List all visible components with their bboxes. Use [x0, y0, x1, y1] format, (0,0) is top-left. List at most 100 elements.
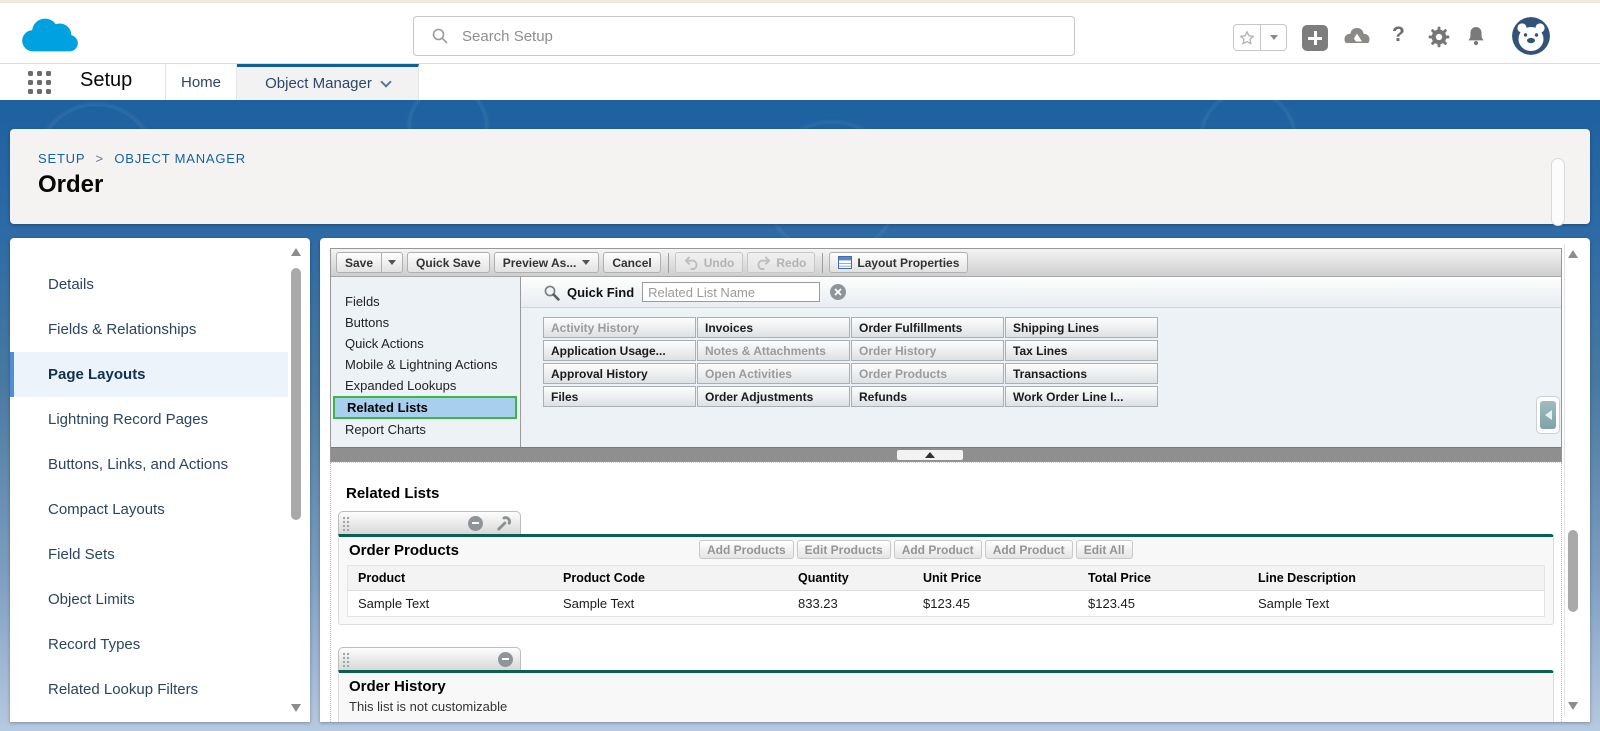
favorites-star-button[interactable]	[1234, 25, 1260, 50]
not-customizable-note: This list is not customizable	[339, 699, 1553, 722]
save-button[interactable]: Save	[337, 253, 381, 272]
tab-home-label: Home	[181, 74, 221, 91]
notifications-button[interactable]	[1466, 25, 1486, 47]
editor-scrollbar[interactable]	[1564, 244, 1580, 716]
section-title: Order History	[349, 678, 446, 695]
palette-item[interactable]: Order History	[851, 340, 1004, 361]
section-title: Order Products	[349, 542, 459, 559]
sidebar-item-field-sets[interactable]: Field Sets	[10, 532, 292, 577]
column-header: Product Code	[553, 566, 788, 590]
add-product-button-2[interactable]: Add Product	[985, 540, 1073, 559]
palette-item[interactable]: Approval History	[543, 363, 696, 384]
sidebar-item-record-types[interactable]: Record Types	[10, 622, 292, 667]
palette-item[interactable]: Invoices	[697, 317, 850, 338]
scroll-up-arrow[interactable]	[291, 248, 301, 256]
undo-button[interactable]: Undo	[675, 252, 744, 273]
favorites-dropdown-button[interactable]	[1260, 25, 1286, 50]
table-cell: 833.23	[788, 591, 913, 616]
palette-category-buttons[interactable]: Buttons	[331, 312, 520, 333]
trailhead-icon	[1345, 28, 1370, 43]
sidebar-item-label: Object Limits	[48, 591, 135, 608]
add-product-button[interactable]: Add Product	[894, 540, 982, 559]
tab-object-manager[interactable]: Object Manager	[237, 64, 419, 100]
related-list-properties-button[interactable]	[495, 515, 512, 532]
sidebar-item-related-lookup-filters[interactable]: Related Lookup Filters	[10, 667, 292, 712]
page-scrollbar-thumb[interactable]	[1551, 158, 1565, 226]
palette-category-expanded-lookups[interactable]: Expanded Lookups	[331, 375, 520, 396]
palette-item[interactable]: Activity History	[543, 317, 696, 338]
palette-splitter-bar[interactable]	[331, 447, 1561, 461]
sidebar-item-lightning-record-pages[interactable]: Lightning Record Pages	[10, 397, 292, 442]
scroll-down-arrow[interactable]	[1568, 702, 1578, 710]
cancel-button[interactable]: Cancel	[603, 252, 660, 273]
palette-item-label: Notes & Attachments	[705, 344, 826, 358]
scroll-up-arrow[interactable]	[1568, 250, 1578, 258]
app-launcher-button[interactable]	[28, 71, 52, 95]
palette-item[interactable]: Files	[543, 386, 696, 407]
setup-gear-button[interactable]	[1428, 26, 1450, 48]
palette-category-related-lists[interactable]: Related Lists	[333, 396, 517, 419]
redo-button[interactable]: Redo	[747, 252, 815, 273]
breadcrumb-separator: >	[96, 151, 104, 166]
help-button[interactable]: ?	[1392, 23, 1405, 47]
related-list-handle-order-history[interactable]	[338, 647, 521, 670]
palette-item[interactable]: Tax Lines	[1005, 340, 1158, 361]
sidebar-item-fields-relationships[interactable]: Fields & Relationships	[10, 307, 292, 352]
scrollbar-thumb[interactable]	[291, 268, 301, 520]
palette-category-report-charts[interactable]: Report Charts	[331, 419, 520, 440]
sidebar-item-label: Buttons, Links, and Actions	[48, 456, 228, 473]
palette-categories: Fields Buttons Quick Actions Mobile & Li…	[331, 277, 521, 449]
sidebar-scrollbar[interactable]	[288, 242, 304, 718]
sidebar-item-buttons-links-actions[interactable]: Buttons, Links, and Actions	[10, 442, 292, 487]
splitter-collapse-button[interactable]	[897, 450, 963, 460]
preview-as-button[interactable]: Preview As...	[494, 252, 600, 273]
sidebar-item-object-limits[interactable]: Object Limits	[10, 577, 292, 622]
related-list-handle-order-products[interactable]	[338, 511, 521, 534]
breadcrumb-object-manager-link[interactable]: OBJECT MANAGER	[114, 151, 246, 166]
palette-item[interactable]: Open Activities	[697, 363, 850, 384]
palette-category-fields[interactable]: Fields	[331, 291, 520, 312]
palette-item[interactable]: Transactions	[1005, 363, 1158, 384]
global-search-input[interactable]	[462, 28, 1022, 45]
column-header: Quantity	[788, 566, 913, 590]
star-icon	[1239, 30, 1255, 46]
palette-item-label: Order Products	[859, 367, 947, 381]
avatar[interactable]	[1512, 17, 1550, 55]
palette-collapse-button[interactable]	[1536, 396, 1560, 434]
palette-item[interactable]: Order Products	[851, 363, 1004, 384]
palette-item[interactable]: Notes & Attachments	[697, 340, 850, 361]
palette-category-mobile-lightning-actions[interactable]: Mobile & Lightning Actions	[331, 354, 520, 375]
quick-find-input[interactable]	[642, 282, 820, 302]
quick-find-clear-button[interactable]	[830, 284, 846, 300]
sidebar-item-compact-layouts[interactable]: Compact Layouts	[10, 487, 292, 532]
salesforce-logo[interactable]	[14, 11, 86, 59]
plus-icon	[1308, 31, 1322, 45]
palette-item[interactable]: Work Order Line I...	[1005, 386, 1158, 407]
palette-item[interactable]: Refunds	[851, 386, 1004, 407]
table-cell: Sample Text	[1248, 591, 1544, 616]
edit-all-button[interactable]: Edit All	[1076, 540, 1133, 559]
save-dropdown-button[interactable]	[381, 253, 402, 272]
edit-products-button[interactable]: Edit Products	[797, 540, 891, 559]
palette-category-quick-actions[interactable]: Quick Actions	[331, 333, 520, 354]
palette-item[interactable]: Order Fulfillments	[851, 317, 1004, 338]
sidebar-item-page-layouts[interactable]: Page Layouts	[10, 352, 292, 397]
remove-related-list-button[interactable]	[498, 652, 513, 667]
layout-properties-button[interactable]: Layout Properties	[829, 252, 968, 273]
palette-item-label: Invoices	[705, 321, 753, 335]
palette-item[interactable]: Application Usage...	[543, 340, 696, 361]
trailhead-button[interactable]	[1342, 27, 1372, 45]
breadcrumb-setup-link[interactable]: SETUP	[38, 151, 85, 166]
add-products-button[interactable]: Add Products	[699, 540, 794, 559]
palette-item[interactable]: Shipping Lines	[1005, 317, 1158, 338]
page-layout-editor: Save Quick Save Preview As... Cancel Und…	[320, 238, 1590, 722]
palette-item[interactable]: Order Adjustments	[697, 386, 850, 407]
scroll-down-arrow[interactable]	[291, 704, 301, 712]
scrollbar-thumb[interactable]	[1568, 530, 1578, 612]
quick-save-button[interactable]: Quick Save	[407, 252, 490, 273]
global-add-button[interactable]	[1302, 25, 1328, 51]
remove-related-list-button[interactable]	[468, 516, 483, 531]
editor-toolbar: Save Quick Save Preview As... Cancel Und…	[331, 249, 1561, 277]
tab-home[interactable]: Home	[165, 64, 237, 100]
sidebar-item-details[interactable]: Details	[10, 262, 292, 307]
